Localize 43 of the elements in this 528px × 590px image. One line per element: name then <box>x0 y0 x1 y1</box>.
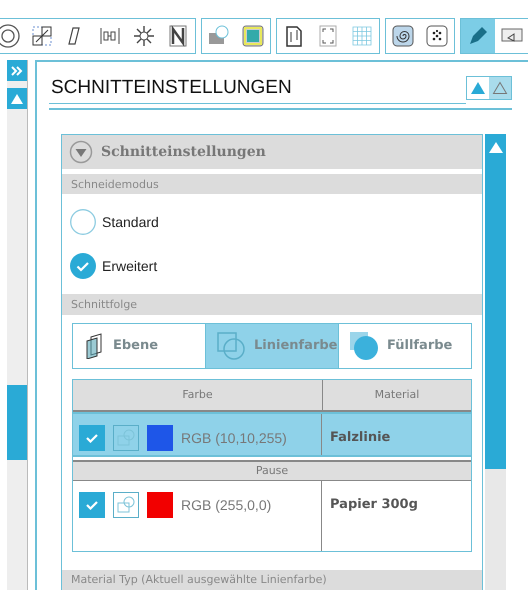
filled-shapes-icon <box>349 330 381 361</box>
radio-label: Standard <box>102 214 159 230</box>
material-name: Falzlinie <box>329 428 390 447</box>
table-row[interactable]: RGB (10,10,255) Falzlinie <box>73 412 471 457</box>
triangle-outline-icon <box>492 81 508 95</box>
checkmark-icon <box>85 500 99 510</box>
radio-label: Erweitert <box>102 258 158 274</box>
checkbox[interactable] <box>79 492 105 518</box>
frame-icon <box>241 24 265 48</box>
triangle-up-icon <box>470 81 486 95</box>
triangle-up-icon <box>488 142 502 153</box>
scroll-thumb[interactable] <box>485 134 506 469</box>
column-header: Farbe <box>73 380 323 410</box>
group-label: Schnittfolge <box>62 294 482 315</box>
checkbox[interactable] <box>79 424 105 451</box>
flower-icon <box>132 24 156 48</box>
collapse-button[interactable] <box>489 77 511 99</box>
expand-toggle-icon <box>69 140 93 164</box>
material-name: Papier 300g <box>329 496 418 514</box>
column-header: Material <box>374 387 420 404</box>
ring-icon <box>0 24 20 48</box>
color-value: RGB (10,10,255) <box>181 428 287 448</box>
section-title: Schnitteinstellungen <box>101 144 266 160</box>
media-icon[interactable] <box>113 492 139 518</box>
double-chevron-icon <box>10 64 24 76</box>
spiral-icon <box>391 24 415 48</box>
panel-title: SCHNITTEINSTELLUNGEN <box>49 77 466 104</box>
pause-row: Pause <box>73 460 471 481</box>
radio-button[interactable] <box>70 209 96 236</box>
triangle-up-icon <box>10 92 24 104</box>
grid-icon <box>350 24 374 48</box>
radio-button[interactable] <box>70 253 96 280</box>
group-label: Schneidemodus <box>62 174 482 194</box>
checkmark-icon <box>85 432 99 443</box>
scroll-up-button[interactable] <box>7 88 27 109</box>
group-label: Material Typ (Aktuell ausgewählte Linienfarbe) <box>62 570 482 590</box>
scroll-thumb[interactable] <box>7 385 27 460</box>
resize-icon <box>30 24 54 48</box>
dots-icon <box>425 24 449 48</box>
color-value: RGB (255,0,0) <box>181 496 272 515</box>
section-header[interactable]: Schnitteinstellungen <box>62 135 482 170</box>
expand-button[interactable] <box>7 60 27 81</box>
cut-order-tab[interactable]: Linienfarbe <box>206 324 339 368</box>
